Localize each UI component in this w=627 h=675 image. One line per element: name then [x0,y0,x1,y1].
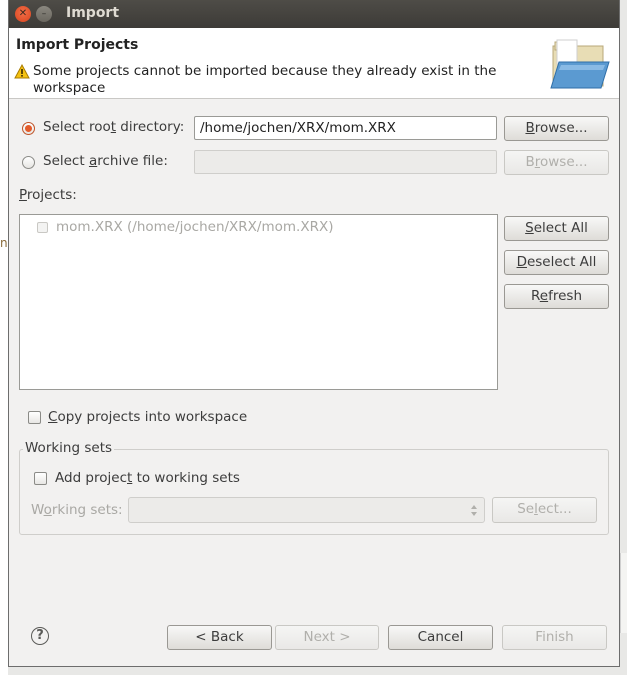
archive-file-field [194,150,497,174]
minimize-icon[interactable]: – [36,6,52,22]
back-button[interactable]: < Back [167,625,272,650]
warning-icon [14,64,30,79]
projects-label: Projects: [19,187,77,203]
copy-projects-checkbox[interactable] [28,411,41,424]
working-sets-label: Working sets: [31,502,123,518]
wizard-header: Import Projects Some projects cannot be … [9,28,619,99]
add-to-working-sets-checkbox[interactable] [34,472,47,485]
working-sets-group-label: Working sets [23,440,115,456]
root-directory-field[interactable]: /home/jochen/XRX/mom.XRX [194,116,497,140]
close-icon[interactable]: ✕ [15,6,31,22]
spinner-arrows-icon [471,505,477,516]
background-window-edge [620,553,627,633]
title-bar[interactable]: ✕ – Import [9,0,619,28]
background-text-fragment: n [0,236,8,250]
project-item-label: mom.XRX (/home/jochen/XRX/mom.XRX) [56,219,334,235]
add-to-working-sets-label[interactable]: Add project to working sets [55,470,240,486]
next-button: Next > [275,625,379,650]
cancel-button[interactable]: Cancel [388,625,493,650]
working-sets-select-button: Select... [492,497,597,523]
open-folder-icon [550,39,610,89]
import-dialog: ✕ – Import Import Projects Some projects… [8,0,620,667]
browse-archive-button: Browse... [504,150,609,175]
browse-root-button[interactable]: Browse... [504,116,609,141]
warning-message: Some projects cannot be imported because… [33,63,497,96]
projects-list[interactable]: mom.XRX (/home/jochen/XRX/mom.XRX) [19,214,498,390]
page-title: Import Projects [16,37,139,53]
finish-button: Finish [502,625,607,650]
project-checkbox [37,222,48,233]
window-title: Import [66,5,120,21]
select-all-button[interactable]: Select All [504,216,609,241]
select-root-directory-radio[interactable] [22,122,35,135]
deselect-all-button[interactable]: Deselect All [504,250,609,275]
select-archive-file-label[interactable]: Select archive file: [43,153,168,169]
select-archive-file-radio[interactable] [22,156,35,169]
working-sets-combo [128,497,485,523]
background-window-strip [0,0,8,675]
copy-projects-label[interactable]: Copy projects into workspace [48,409,247,425]
select-root-directory-label[interactable]: Select root directory: [43,119,184,135]
help-icon[interactable]: ? [31,627,49,645]
refresh-button[interactable]: Refresh [504,284,609,309]
